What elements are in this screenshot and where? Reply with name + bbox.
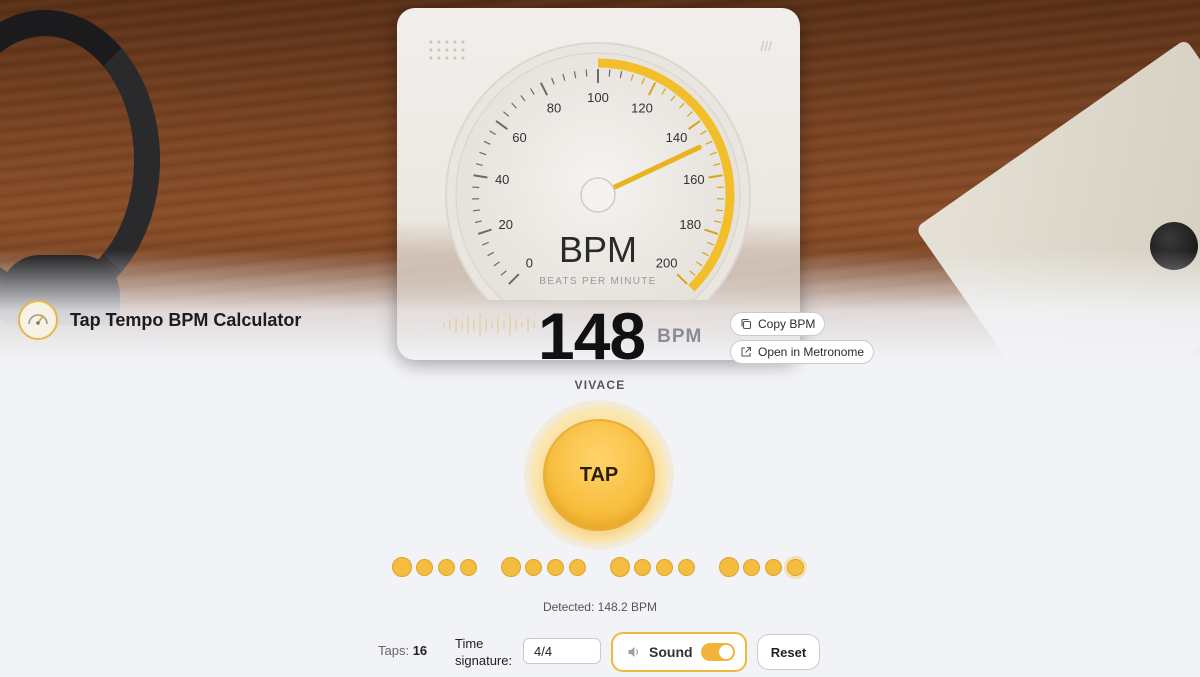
gauge-tick-label: 200	[656, 256, 678, 271]
tempo-marking: VIVACE	[574, 378, 626, 392]
gauge-tick	[608, 69, 611, 77]
gauge-subtitle: BEATS PER MINUTE	[539, 276, 656, 287]
sound-control: Sound	[611, 632, 747, 672]
gauge-tick-label: 80	[547, 101, 561, 116]
time-signature-label: Time signature:	[455, 636, 513, 668]
beat-dot	[677, 558, 695, 576]
gauge-tick-label: 140	[666, 130, 688, 145]
gauge-logo-icon	[18, 300, 58, 340]
sound-toggle[interactable]	[701, 643, 735, 661]
tap-button[interactable]: TAP	[543, 419, 655, 531]
beat-dot	[501, 557, 521, 577]
taps-label: Taps:	[378, 643, 410, 658]
app-title: Tap Tempo BPM Calculator	[70, 309, 302, 330]
bpm-readout: 148 BPM	[538, 300, 702, 372]
beat-dot	[786, 558, 804, 576]
gauge-tick-label: 60	[512, 130, 526, 145]
beat-dot	[633, 558, 651, 576]
gauge-tick	[585, 69, 588, 77]
sound-label: Sound	[649, 644, 693, 660]
gauge-tick-label: 160	[683, 172, 705, 187]
external-link-icon	[741, 346, 752, 357]
beat-dot	[655, 558, 673, 576]
tap-count: Taps: 16	[378, 643, 427, 658]
beat-dot	[459, 558, 477, 576]
taps-value: 16	[412, 643, 428, 658]
beat-indicator	[390, 556, 810, 578]
beat-dot	[415, 558, 433, 576]
beat-dot	[742, 558, 760, 576]
reset-button[interactable]: Reset	[757, 634, 820, 670]
beat-dot	[719, 557, 739, 577]
bpm-gauge: 0 20 40 60 80 100 120 140 160 180 200 BPM BEATS PE…	[445, 42, 751, 300]
copy-bpm-label: Copy BPM	[758, 317, 816, 331]
speaker-icon	[628, 647, 639, 657]
copy-bpm-button[interactable]: Copy BPM	[730, 312, 826, 336]
beat-dot	[568, 558, 586, 576]
beat-dot	[524, 558, 542, 576]
gauge-hub	[580, 177, 616, 213]
beat-dot	[764, 558, 782, 576]
beat-dot	[392, 557, 412, 577]
copy-icon	[741, 318, 752, 330]
gauge-tick-label: 120	[631, 101, 653, 116]
beat-dot	[610, 557, 630, 577]
gauge-tick-label: 40	[495, 172, 509, 187]
gauge-tick-label: 180	[679, 217, 701, 232]
beat-dot	[546, 558, 564, 576]
gauge-title: BPM	[559, 229, 637, 270]
gauge-tick-label: 100	[587, 90, 609, 105]
open-metronome-label: Open in Metronome	[758, 345, 865, 359]
beat-dot	[437, 558, 455, 576]
gauge-tick-label: 20	[499, 217, 513, 232]
bpm-value: 148	[538, 299, 646, 373]
app-header: Tap Tempo BPM Calculator	[18, 300, 301, 340]
time-signature-input[interactable]	[523, 638, 601, 664]
bpm-unit: BPM	[657, 326, 703, 347]
open-metronome-button[interactable]: Open in Metronome	[730, 340, 875, 364]
waveform-decoration	[443, 313, 535, 337]
gauge-tick-label: 0	[526, 256, 533, 271]
detected-bpm: Detected: 148.2 BPM	[542, 600, 658, 614]
